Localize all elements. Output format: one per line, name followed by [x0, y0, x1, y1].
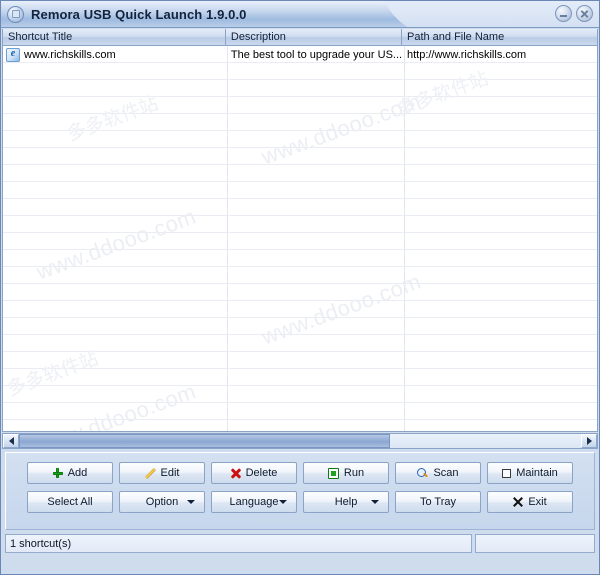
empty-row[interactable]: [3, 80, 597, 97]
language-button-label: Language: [229, 496, 279, 508]
empty-row[interactable]: [3, 369, 597, 386]
to-tray-button-label: To Tray: [419, 496, 457, 508]
empty-row[interactable]: [3, 199, 597, 216]
cell-path: http://www.richskills.com: [406, 49, 527, 61]
column-header-path[interactable]: Path and File Name: [402, 29, 597, 45]
pencil-icon: [145, 468, 156, 479]
language-button[interactable]: Language: [211, 491, 297, 513]
run-app-icon: [327, 467, 339, 479]
add-button[interactable]: Add: [27, 462, 113, 484]
cell-description: The best tool to upgrade your US...: [230, 49, 402, 61]
x-red-icon: [231, 468, 241, 478]
list-header: Shortcut Title Description Path and File…: [3, 29, 597, 46]
empty-row[interactable]: [3, 386, 597, 403]
scrollbar-track[interactable]: [19, 434, 581, 448]
scan-button[interactable]: Scan: [395, 462, 481, 484]
add-button-label: Add: [67, 467, 88, 479]
help-button[interactable]: Help: [303, 491, 389, 513]
list-rows: www.richskills.com The best tool to upgr…: [3, 46, 597, 431]
option-button-label: Option: [145, 496, 179, 508]
status-secondary-panel: [475, 534, 595, 553]
empty-row[interactable]: [3, 114, 597, 131]
empty-row[interactable]: [3, 216, 597, 233]
delete-button[interactable]: Delete: [211, 462, 297, 484]
empty-row[interactable]: [3, 148, 597, 165]
empty-row[interactable]: [3, 97, 597, 114]
button-panel: Add Edit Delete Run Scan Maintain Select…: [5, 452, 595, 530]
button-row-secondary: Select All Option Language Help To Tray …: [6, 491, 594, 513]
empty-row[interactable]: [3, 301, 597, 318]
select-all-button-label: Select All: [47, 496, 93, 508]
select-all-button[interactable]: Select All: [27, 491, 113, 513]
exit-button[interactable]: Exit: [487, 491, 573, 513]
empty-row[interactable]: [3, 335, 597, 352]
app-window-icon: [7, 5, 24, 23]
maintain-button-label: Maintain: [516, 467, 558, 479]
scan-button-label: Scan: [433, 467, 459, 479]
edit-button[interactable]: Edit: [119, 462, 205, 484]
scroll-right-arrow-icon[interactable]: [581, 434, 597, 448]
square-icon: [502, 468, 512, 478]
shortcut-list[interactable]: Shortcut Title Description Path and File…: [2, 29, 598, 432]
close-button[interactable]: [576, 5, 593, 22]
internet-explorer-icon: [6, 48, 20, 62]
help-button-label: Help: [334, 496, 358, 508]
empty-row[interactable]: [3, 131, 597, 148]
horizontal-scrollbar[interactable]: [2, 433, 598, 449]
run-button-label: Run: [343, 467, 365, 479]
empty-row[interactable]: [3, 318, 597, 335]
chevron-down-icon: [279, 500, 287, 504]
column-header-description[interactable]: Description: [226, 29, 402, 45]
scroll-left-arrow-icon[interactable]: [3, 434, 19, 448]
app-window: Remora USB Quick Launch 1.9.0.0 Shortcut…: [0, 0, 600, 575]
button-row-primary: Add Edit Delete Run Scan Maintain: [6, 462, 594, 484]
empty-row[interactable]: [3, 284, 597, 301]
magnifier-icon: [417, 467, 428, 479]
chevron-down-icon: [187, 500, 195, 504]
option-button[interactable]: Option: [119, 491, 205, 513]
table-row[interactable]: www.richskills.com The best tool to upgr…: [3, 46, 597, 63]
empty-row[interactable]: [3, 403, 597, 420]
empty-row[interactable]: [3, 267, 597, 284]
row-title-text: www.richskills.com: [24, 48, 116, 61]
empty-row[interactable]: [3, 63, 597, 80]
column-header-shortcut-title[interactable]: Shortcut Title: [3, 29, 226, 45]
caption-buttons: [555, 5, 593, 22]
empty-row[interactable]: [3, 352, 597, 369]
scrollbar-thumb[interactable]: [19, 434, 390, 448]
edit-button-label: Edit: [160, 467, 180, 479]
title-bar[interactable]: Remora USB Quick Launch 1.9.0.0: [1, 1, 599, 28]
empty-row[interactable]: [3, 233, 597, 250]
chevron-down-icon: [371, 500, 379, 504]
status-text: 1 shortcut(s): [5, 534, 472, 553]
cell-shortcut-title: www.richskills.com: [3, 46, 226, 62]
run-button[interactable]: Run: [303, 462, 389, 484]
delete-button-label: Delete: [245, 467, 278, 479]
empty-row[interactable]: [3, 182, 597, 199]
plus-icon: [52, 468, 63, 478]
status-bar: 1 shortcut(s): [5, 534, 595, 553]
minimize-button[interactable]: [555, 5, 572, 22]
empty-row[interactable]: [3, 165, 597, 182]
empty-row[interactable]: [3, 250, 597, 267]
x-black-icon: [513, 497, 523, 507]
window-title: Remora USB Quick Launch 1.9.0.0: [31, 6, 247, 22]
maintain-button[interactable]: Maintain: [487, 462, 573, 484]
to-tray-button[interactable]: To Tray: [395, 491, 481, 513]
exit-button-label: Exit: [528, 496, 547, 508]
